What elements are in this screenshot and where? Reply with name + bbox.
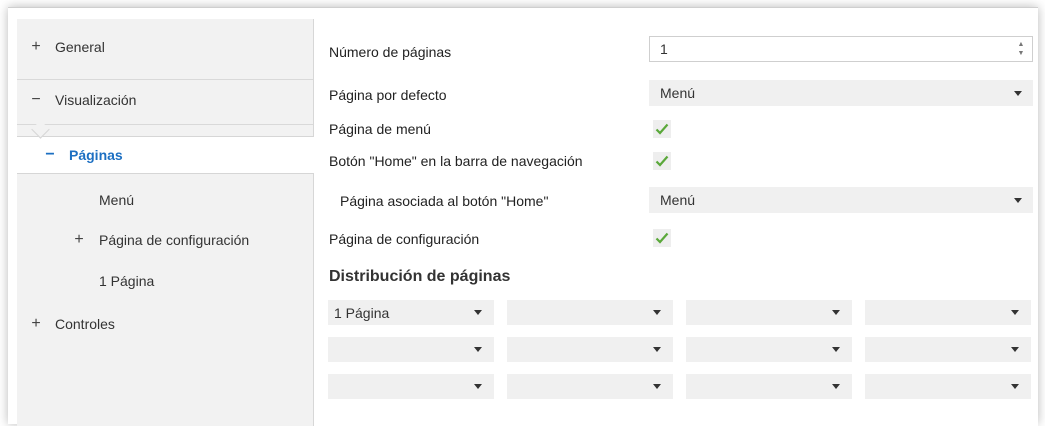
checkmark-icon [655,155,669,167]
main-panel: Número de páginas 1 ▲ ▼ Página por defec… [314,19,1038,426]
chevron-down-icon [474,347,482,352]
grid-select-r2c2[interactable] [507,337,673,362]
sidebar-item-label: Página de configuración [99,232,250,248]
num-pages-stepper[interactable]: 1 ▲ ▼ [649,36,1033,62]
chevron-down-icon [474,384,482,389]
checkmark-icon [655,232,669,244]
chevron-down-icon [653,347,661,352]
expand-icon: + [31,38,41,55]
default-page-label: Página por defecto [329,87,447,103]
sidebar-item-label: Controles [55,316,115,332]
sidebar: + General − Visualización − Páginas Menú… [17,19,314,426]
chevron-down-icon [1011,310,1019,315]
home-page-value: Menú [660,192,696,208]
chevron-down-icon [1014,198,1022,203]
grid-select-r2c1[interactable] [328,337,494,362]
home-page-label: Página asociada al botón "Home" [340,193,549,209]
grid-select-r3c3[interactable] [686,374,852,399]
chevron-down-icon [474,310,482,315]
collapse-icon: − [45,146,55,163]
sidebar-item-visualizacion[interactable]: − Visualización [17,82,325,118]
expand-icon: + [74,231,84,248]
sidebar-item-label: General [55,39,105,55]
chevron-down-icon [1011,384,1019,389]
default-page-value: Menú [660,85,696,101]
sidebar-item-controles[interactable]: + Controles [17,307,325,341]
chevron-down-icon [832,310,840,315]
sidebar-item-1-pagina[interactable]: 1 Página [17,264,313,298]
num-pages-value: 1 [660,41,668,57]
chevron-down-icon [1014,91,1022,96]
distribution-title: Distribución de páginas [329,268,511,285]
sidebar-item-label: Menú [99,192,135,208]
spinner-icon[interactable]: ▲ ▼ [1016,40,1026,58]
home-page-select[interactable]: Menú [649,187,1033,213]
chevron-down-icon [653,310,661,315]
grid-select-r3c4[interactable] [865,374,1031,399]
sidebar-item-label: 1 Página [99,273,155,289]
sidebar-item-pagina-de-configuracion[interactable]: + Página de configuración [17,223,313,257]
config-page-checkbox[interactable] [653,229,671,247]
grid-select-r1c4[interactable] [865,300,1031,325]
grid-select-r3c2[interactable] [507,374,673,399]
chevron-down-icon [832,347,840,352]
sidebar-item-label: Visualización [55,92,137,108]
chevron-down-icon [832,384,840,389]
expand-icon: + [31,315,41,332]
sidebar-item-paginas[interactable]: − Páginas [17,136,314,174]
grid-select-value: 1 Página [334,304,390,321]
home-button-checkbox[interactable] [653,152,671,170]
spin-down-icon[interactable]: ▼ [1016,49,1026,58]
chevron-down-icon [1011,347,1019,352]
home-button-label: Botón "Home" en la barra de navegación [329,153,583,169]
grid-select-r2c4[interactable] [865,337,1031,362]
grid-select-r3c1[interactable] [328,374,494,399]
grid-select-r1c2[interactable] [507,300,673,325]
menu-page-checkbox[interactable] [653,120,671,138]
grid-select-r2c3[interactable] [686,337,852,362]
sidebar-item-label: Páginas [69,147,123,163]
menu-page-label: Página de menú [329,121,431,137]
spin-up-icon[interactable]: ▲ [1016,40,1026,49]
divider [17,124,313,125]
collapse-icon: − [31,91,41,108]
config-page-label: Página de configuración [329,231,480,247]
default-page-select[interactable]: Menú [649,80,1033,106]
sidebar-item-menu[interactable]: Menú [17,183,313,217]
sidebar-item-general[interactable]: + General [17,29,325,65]
checkmark-icon [655,123,669,135]
grid-select-r1c3[interactable] [686,300,852,325]
grid-select-r1c1[interactable]: 1 Página [328,300,494,325]
num-pages-label: Número de páginas [329,44,452,60]
chevron-down-icon [653,384,661,389]
divider [17,79,313,80]
